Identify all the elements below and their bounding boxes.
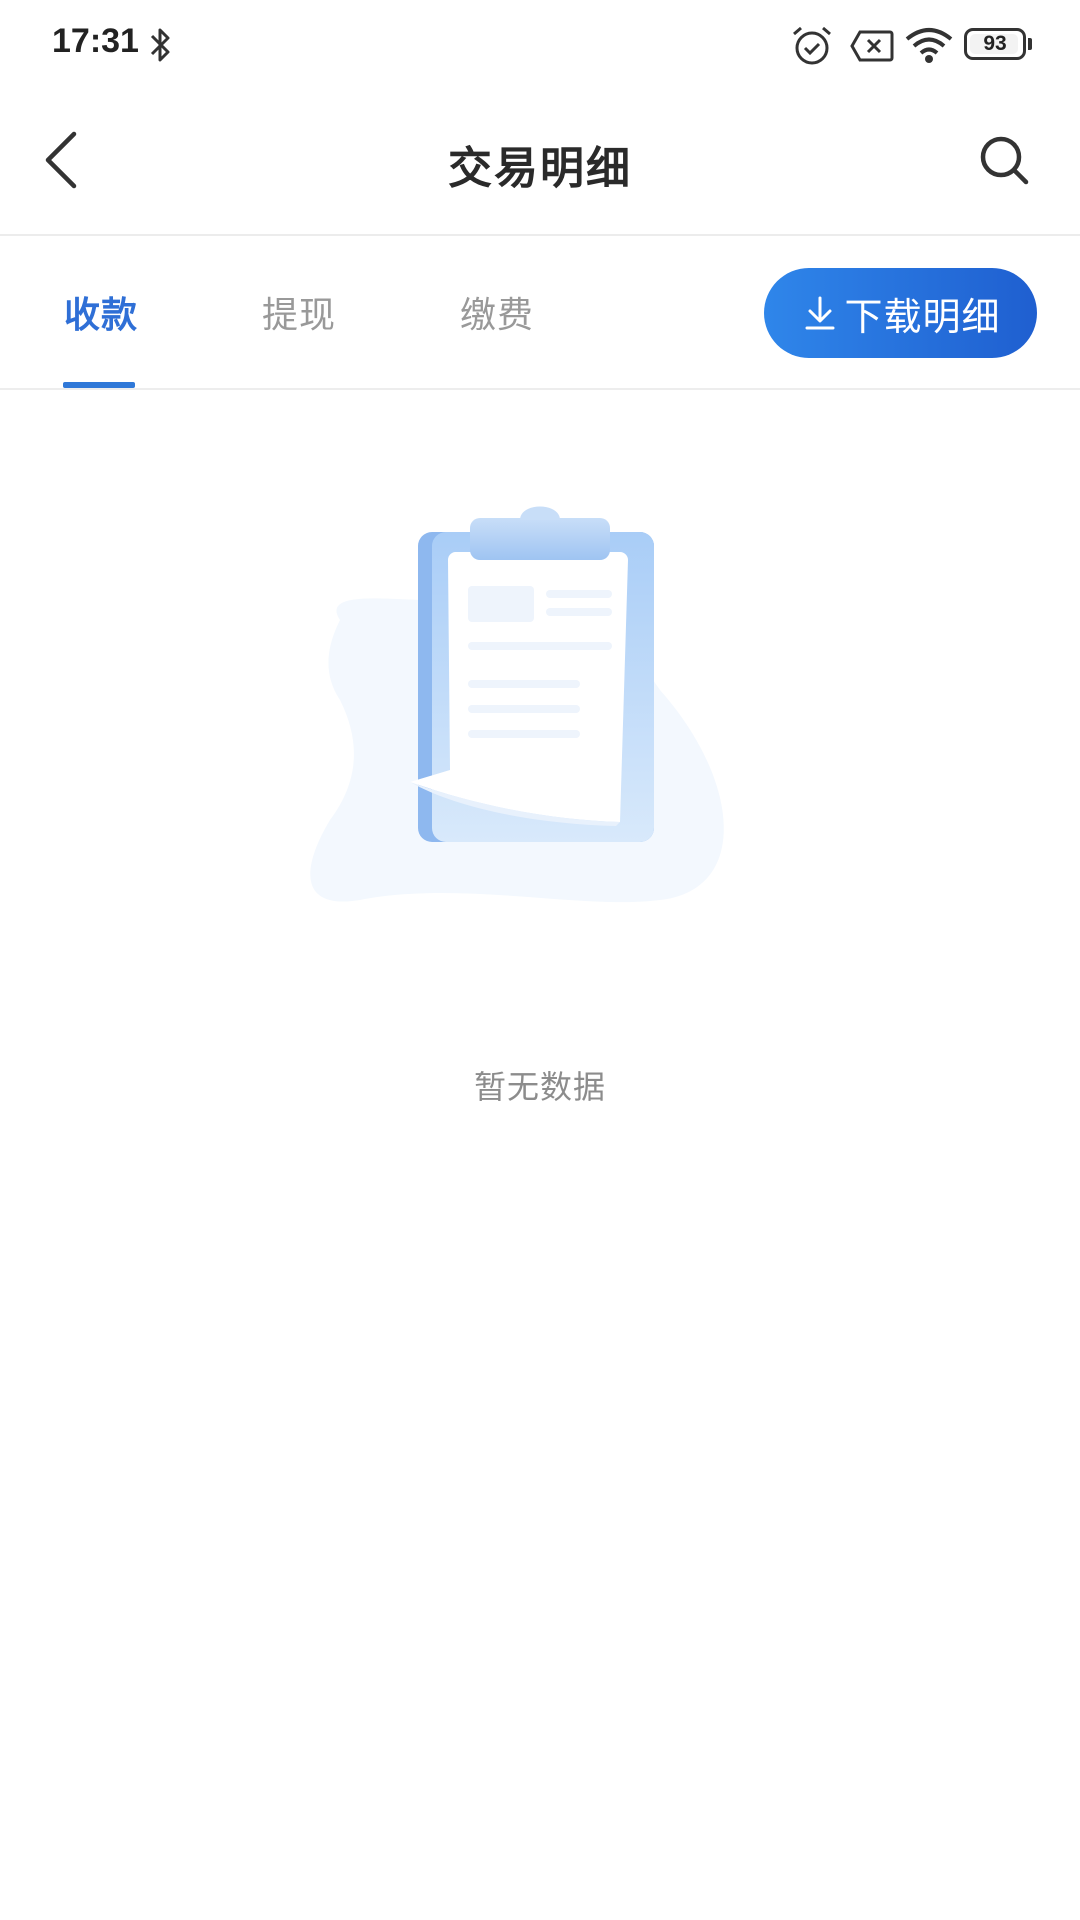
clipboard-empty-illustration <box>310 506 724 903</box>
search-icon <box>980 136 1029 185</box>
page-title: 交易明细 <box>448 143 632 194</box>
status-time: 17:31 <box>52 22 139 60</box>
download-label: 下载明细 <box>844 294 1001 339</box>
tab-withdraw[interactable]: 提现 <box>262 286 336 338</box>
bluetooth-icon <box>150 28 170 62</box>
nav-bar: 交易明细 <box>0 90 1080 236</box>
tab-payments[interactable]: 缴费 <box>460 286 534 338</box>
tab-active-indicator <box>63 382 135 388</box>
status-bar: 17:31 93 <box>0 0 1080 90</box>
battery-level: 93 <box>983 32 1007 55</box>
empty-state-message: 暂无数据 <box>473 1068 606 1106</box>
tab-bar: 收款 提现 缴费 下载明细 <box>0 238 1080 390</box>
battery-icon: 93 <box>964 28 1026 60</box>
wifi-icon <box>905 28 953 63</box>
download-details-button[interactable]: 下载明细 <box>764 268 1037 358</box>
status-icons: 93 <box>780 22 1080 68</box>
download-icon <box>805 296 835 330</box>
sim-off-icon <box>850 30 894 62</box>
search-button[interactable] <box>970 126 1040 196</box>
alarm-icon <box>793 26 831 65</box>
tab-receipts[interactable]: 收款 <box>64 286 138 338</box>
